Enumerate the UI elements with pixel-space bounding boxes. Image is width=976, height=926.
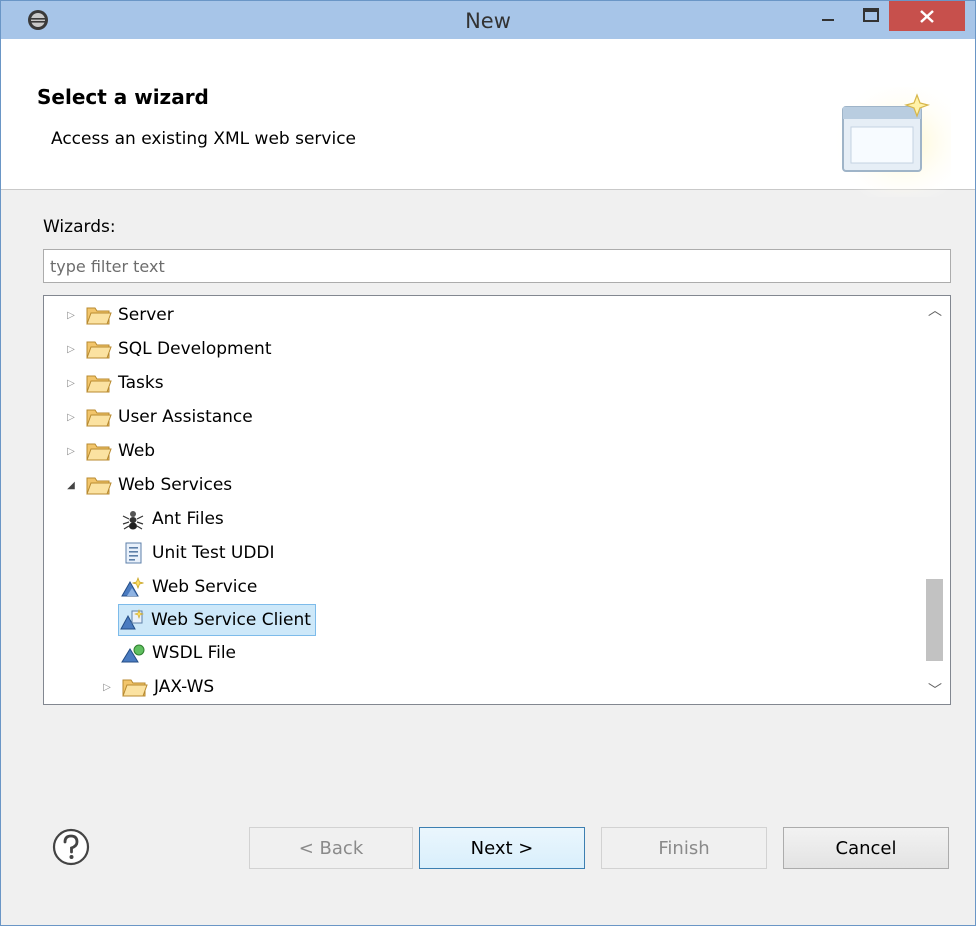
expand-arrow-icon[interactable]: ▷ [62,340,80,358]
maximize-button[interactable] [851,1,891,31]
next-button[interactable]: Next > [419,827,585,869]
tree-item[interactable]: ▷ JAX-WS [98,672,214,702]
ant-icon [122,511,144,530]
wizards-label: Wizards: [43,217,116,237]
tree-item-label: Ant Files [152,509,224,529]
tree-item-label: User Assistance [118,407,253,427]
close-icon [920,10,934,23]
expand-arrow-icon[interactable]: ▷ [62,442,80,460]
cancel-button[interactable]: Cancel [783,827,949,869]
folder-icon [86,307,112,325]
tree-item-label: Web Service Client [151,610,311,630]
tree-item[interactable]: WSDL File [120,638,236,668]
web-service-client-icon [120,609,144,630]
test-document-icon [125,542,142,564]
tree-item-label: Unit Test UDDI [152,543,275,563]
folder-icon [86,341,112,359]
expand-arrow-icon[interactable]: ▷ [62,306,80,324]
tree-item-selected[interactable]: Web Service Client [118,604,316,636]
tree-item[interactable]: Web Service [120,572,257,602]
tree-item-label: JAX-WS [154,677,215,697]
tree-item[interactable]: Ant Files [120,504,224,534]
folder-icon [86,375,112,393]
finish-button[interactable]: Finish [601,827,767,869]
expand-arrow-icon[interactable]: ▷ [62,374,80,392]
minimize-button[interactable] [809,1,849,31]
tree-item[interactable]: ▷ Tasks [62,368,164,398]
filter-input[interactable] [43,249,951,283]
tree-item[interactable]: ▷ Web [62,436,155,466]
folder-icon [122,679,148,697]
tree-item-label: Web Services [118,475,233,495]
header-title: Select a wizard [37,85,209,109]
tree-item-label: Web Service [152,577,258,597]
wizard-header: Select a wizard Access an existing XML w… [1,39,975,197]
title-bar[interactable]: New [1,1,975,39]
tree-item[interactable]: ▷ SQL Development [62,334,272,364]
tree-item[interactable]: ◢ Web Services [62,470,232,500]
expand-arrow-icon[interactable]: ▷ [98,678,116,696]
folder-icon [86,443,112,461]
scroll-down-arrow-icon[interactable]: ﹀ [921,677,949,703]
back-button[interactable]: < Back [249,827,413,869]
vertical-scrollbar[interactable]: ︿ ﹀ [921,297,949,703]
header-description: Access an existing XML web service [51,129,356,149]
help-icon[interactable] [51,827,91,867]
expand-arrow-icon[interactable]: ▷ [62,408,80,426]
close-button[interactable] [889,1,965,31]
tree-item-label: Server [118,305,174,325]
tree-item-label: WSDL File [152,643,237,663]
folder-icon [86,477,112,495]
folder-icon [86,409,112,427]
web-service-icon [121,576,144,597]
scrollbar-thumb[interactable] [926,579,943,661]
tree-item-label: Web [118,441,156,461]
tree-item-label: SQL Development [118,339,272,359]
wizard-banner-icon [831,87,951,197]
new-wizard-dialog: New Select a wizard Access an existing X… [0,0,976,926]
tree-item-label: Tasks [118,373,164,393]
scroll-up-arrow-icon[interactable]: ︿ [921,297,949,323]
wsdl-file-icon [121,644,145,663]
wizard-tree[interactable]: ▷ Server ▷ SQL Development ▷ Tasks ▷ Use… [43,295,951,705]
collapse-arrow-icon[interactable]: ◢ [62,476,80,494]
tree-item[interactable]: Unit Test UDDI [120,538,275,568]
tree-item[interactable]: ▷ Server [62,300,174,330]
tree-item[interactable]: ▷ User Assistance [62,402,253,432]
